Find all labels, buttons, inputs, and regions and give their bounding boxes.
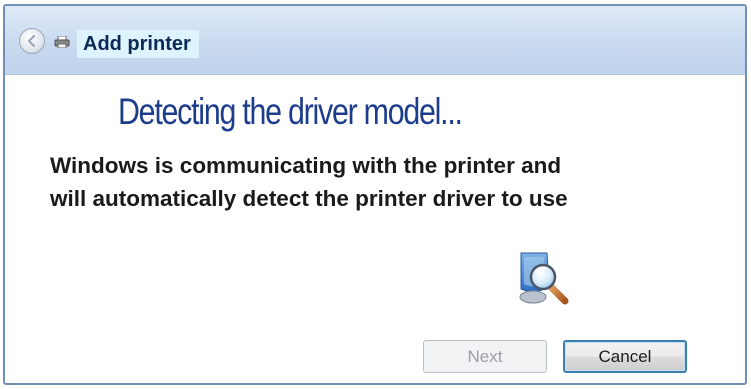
next-button[interactable]: Next <box>423 340 547 373</box>
description-line-1: Windows is communicating with the printe… <box>50 153 562 178</box>
cancel-button[interactable]: Cancel <box>563 340 687 373</box>
back-arrow-icon <box>27 34 36 48</box>
printer-icon <box>54 36 70 48</box>
search-magnifier-icon <box>519 252 569 305</box>
window-title: Add printer <box>77 30 199 58</box>
title-bar: Add printer <box>5 6 745 75</box>
page-heading: Detecting the driver model... <box>118 91 463 132</box>
back-button[interactable] <box>19 28 45 54</box>
description-text: Windows is communicating with the printe… <box>50 149 745 215</box>
description-line-2: will automatically detect the printer dr… <box>50 186 568 211</box>
add-printer-dialog: Add printer Detecting the driver model..… <box>3 4 747 385</box>
